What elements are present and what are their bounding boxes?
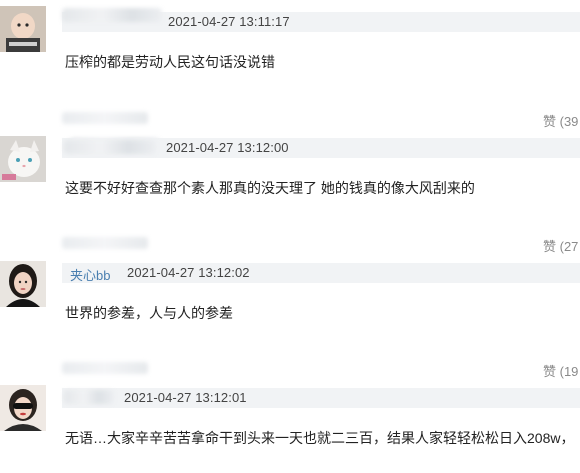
blurred-reply [62, 112, 148, 124]
comment-timestamp: 2021-04-27 13:12:00 [166, 140, 289, 155]
comment-text: 压榨的都是劳动人民这句话没说错 [65, 54, 275, 70]
comment-timestamp: 2021-04-27 13:12:01 [124, 390, 247, 405]
comment-username[interactable]: 夹心bb [70, 265, 110, 284]
sunglasses-woman-avatar-image [0, 385, 46, 431]
blurred-username [62, 8, 162, 22]
comment-text: 这要不好好查查那个素人那真的没天理了 她的钱真的像大风刮来的 [65, 180, 475, 196]
comment-timestamp: 2021-04-27 13:12:02 [127, 265, 250, 280]
like-button[interactable]: 赞 (39 [543, 111, 578, 130]
blurred-reply [62, 362, 148, 374]
woman-dark-hair-avatar-image [0, 261, 46, 307]
baby-avatar-image [0, 6, 46, 52]
comment-timestamp: 2021-04-27 13:11:17 [168, 14, 290, 29]
user-avatar[interactable] [0, 385, 46, 431]
user-avatar[interactable] [0, 136, 46, 182]
blurred-username [64, 140, 156, 154]
user-avatar[interactable] [0, 261, 46, 307]
comment-actions: 赞 (39 [0, 108, 580, 130]
comment-actions: 赞 (27 [0, 233, 580, 255]
blurred-reply [62, 237, 148, 249]
user-avatar[interactable] [0, 6, 46, 52]
like-button[interactable]: 赞 (19 [543, 361, 578, 380]
comment-text: 无语…大家辛辛苦苦拿命干到头来一天也就二三百，结果人家轻轻松松日入208w， [65, 430, 575, 446]
like-button[interactable]: 赞 (27 [543, 236, 578, 255]
comment-actions: 赞 (19 [0, 358, 580, 380]
comment-list: 2021-04-27 13:11:17 压榨的都是劳动人民这句话没说错 赞 (3… [0, 0, 580, 473]
comment-text: 世界的参差，人与人的参差 [65, 305, 233, 321]
white-cat-avatar-image [0, 136, 46, 182]
blurred-username [64, 390, 114, 404]
